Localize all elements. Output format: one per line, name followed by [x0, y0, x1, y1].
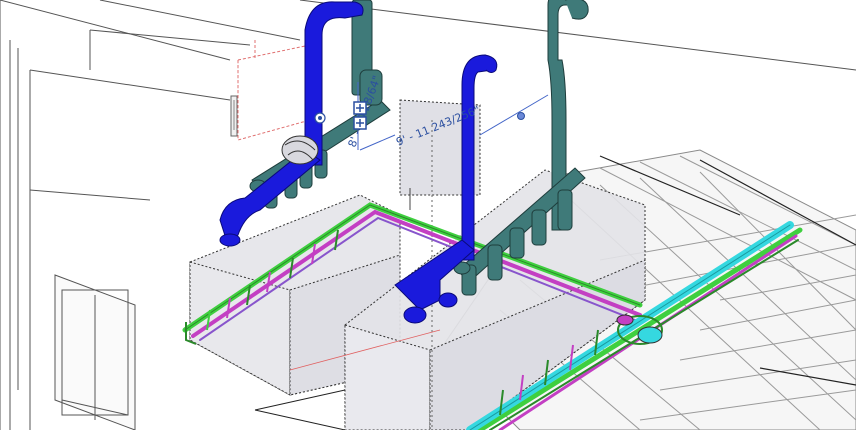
model-scene[interactable]: 9' - 11 243/256" 8' - 10 28/64"	[0, 0, 856, 430]
selection-box[interactable]	[237, 40, 311, 141]
move-grip-icon[interactable]	[314, 112, 326, 124]
pin-icon[interactable]	[230, 95, 238, 137]
fan-unit[interactable]	[281, 135, 319, 165]
3d-view-canvas[interactable]: 9' - 11 243/256" 8' - 10 28/64"	[0, 0, 856, 430]
